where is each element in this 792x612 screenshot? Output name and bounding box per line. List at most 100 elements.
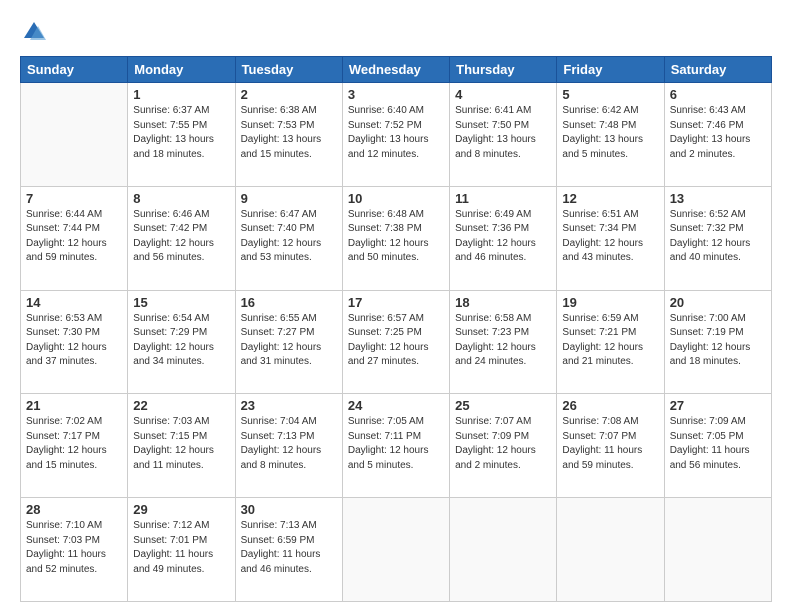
day-info: Sunrise: 6:52 AM Sunset: 7:32 PM Dayligh… xyxy=(670,208,766,266)
day-info: Sunrise: 6:44 AM Sunset: 7:44 PM Dayligh… xyxy=(26,208,122,266)
day-number: 19 xyxy=(562,295,658,310)
day-number: 14 xyxy=(26,295,122,310)
day-number: 11 xyxy=(455,191,551,206)
day-info: Sunrise: 6:46 AM Sunset: 7:42 PM Dayligh… xyxy=(133,208,229,266)
day-cell: 6 Sunrise: 6:43 AM Sunset: 7:46 PM Daylig… xyxy=(664,83,771,187)
page: Sunday Monday Tuesday Wednesday Thursday… xyxy=(0,0,792,612)
day-cell: 18 Sunrise: 6:58 AM Sunset: 7:23 PM Dayli… xyxy=(450,290,557,394)
day-cell: 11Sunrise: 6:49 AM Sunset: 7:36 PM Dayli… xyxy=(450,186,557,290)
day-number: 16 xyxy=(241,295,337,310)
day-number: 22 xyxy=(133,398,229,413)
day-number: 25 xyxy=(455,398,551,413)
day-cell: 5 Sunrise: 6:42 AM Sunset: 7:48 PM Daylig… xyxy=(557,83,664,187)
day-info: Sunrise: 6:43 AM Sunset: 7:46 PM Dayligh… xyxy=(670,104,766,162)
day-info: Sunrise: 7:13 AM Sunset: 6:59 PM Dayligh… xyxy=(241,519,337,577)
day-info: Sunrise: 6:42 AM Sunset: 7:48 PM Dayligh… xyxy=(562,104,658,162)
day-info: Sunrise: 6:41 AM Sunset: 7:50 PM Dayligh… xyxy=(455,104,551,162)
day-number: 26 xyxy=(562,398,658,413)
day-cell: 14 Sunrise: 6:53 AM Sunset: 7:30 PM Dayli… xyxy=(21,290,128,394)
day-number: 21 xyxy=(26,398,122,413)
day-info: Sunrise: 6:59 AM Sunset: 7:21 PM Dayligh… xyxy=(562,312,658,370)
day-info: Sunrise: 7:05 AM Sunset: 7:11 PM Dayligh… xyxy=(348,415,444,473)
day-cell: 12 Sunrise: 6:51 AM Sunset: 7:34 PM Dayli… xyxy=(557,186,664,290)
week-row-5: 28Sunrise: 7:10 AM Sunset: 7:03 PM Dayli… xyxy=(21,498,772,602)
day-number: 18 xyxy=(455,295,551,310)
header-monday: Monday xyxy=(128,57,235,83)
day-info: Sunrise: 6:40 AM Sunset: 7:52 PM Dayligh… xyxy=(348,104,444,162)
day-info: Sunrise: 6:57 AM Sunset: 7:25 PM Dayligh… xyxy=(348,312,444,370)
day-cell: 28Sunrise: 7:10 AM Sunset: 7:03 PM Dayli… xyxy=(21,498,128,602)
day-number: 24 xyxy=(348,398,444,413)
day-cell: 1Sunrise: 6:37 AM Sunset: 7:55 PM Daylig… xyxy=(128,83,235,187)
day-number: 10 xyxy=(348,191,444,206)
day-number: 17 xyxy=(348,295,444,310)
day-number: 6 xyxy=(670,87,766,102)
day-cell: 2 Sunrise: 6:38 AM Sunset: 7:53 PM Daylig… xyxy=(235,83,342,187)
week-row-1: 1Sunrise: 6:37 AM Sunset: 7:55 PM Daylig… xyxy=(21,83,772,187)
day-info: Sunrise: 7:03 AM Sunset: 7:15 PM Dayligh… xyxy=(133,415,229,473)
day-number: 23 xyxy=(241,398,337,413)
day-info: Sunrise: 6:47 AM Sunset: 7:40 PM Dayligh… xyxy=(241,208,337,266)
day-cell: 29 Sunrise: 7:12 AM Sunset: 7:01 PM Dayli… xyxy=(128,498,235,602)
day-info: Sunrise: 6:51 AM Sunset: 7:34 PM Dayligh… xyxy=(562,208,658,266)
day-info: Sunrise: 6:54 AM Sunset: 7:29 PM Dayligh… xyxy=(133,312,229,370)
day-info: Sunrise: 6:53 AM Sunset: 7:30 PM Dayligh… xyxy=(26,312,122,370)
day-number: 8 xyxy=(133,191,229,206)
week-row-2: 7 Sunrise: 6:44 AM Sunset: 7:44 PM Daylig… xyxy=(21,186,772,290)
day-cell: 24 Sunrise: 7:05 AM Sunset: 7:11 PM Dayli… xyxy=(342,394,449,498)
day-cell: 3 Sunrise: 6:40 AM Sunset: 7:52 PM Daylig… xyxy=(342,83,449,187)
day-info: Sunrise: 6:38 AM Sunset: 7:53 PM Dayligh… xyxy=(241,104,337,162)
day-info: Sunrise: 7:07 AM Sunset: 7:09 PM Dayligh… xyxy=(455,415,551,473)
day-cell: 9 Sunrise: 6:47 AM Sunset: 7:40 PM Daylig… xyxy=(235,186,342,290)
day-cell: 20Sunrise: 7:00 AM Sunset: 7:19 PM Dayli… xyxy=(664,290,771,394)
day-cell: 27Sunrise: 7:09 AM Sunset: 7:05 PM Dayli… xyxy=(664,394,771,498)
day-number: 5 xyxy=(562,87,658,102)
header-friday: Friday xyxy=(557,57,664,83)
logo-icon xyxy=(20,18,48,46)
day-info: Sunrise: 7:10 AM Sunset: 7:03 PM Dayligh… xyxy=(26,519,122,577)
day-info: Sunrise: 6:48 AM Sunset: 7:38 PM Dayligh… xyxy=(348,208,444,266)
day-cell: 7 Sunrise: 6:44 AM Sunset: 7:44 PM Daylig… xyxy=(21,186,128,290)
day-number: 7 xyxy=(26,191,122,206)
day-number: 2 xyxy=(241,87,337,102)
day-info: Sunrise: 6:58 AM Sunset: 7:23 PM Dayligh… xyxy=(455,312,551,370)
day-cell: 4 Sunrise: 6:41 AM Sunset: 7:50 PM Daylig… xyxy=(450,83,557,187)
day-cell: 30Sunrise: 7:13 AM Sunset: 6:59 PM Dayli… xyxy=(235,498,342,602)
day-number: 9 xyxy=(241,191,337,206)
day-number: 13 xyxy=(670,191,766,206)
day-cell: 19 Sunrise: 6:59 AM Sunset: 7:21 PM Dayli… xyxy=(557,290,664,394)
day-cell xyxy=(450,498,557,602)
day-info: Sunrise: 6:37 AM Sunset: 7:55 PM Dayligh… xyxy=(133,104,229,162)
day-cell: 26Sunrise: 7:08 AM Sunset: 7:07 PM Dayli… xyxy=(557,394,664,498)
day-cell: 16 Sunrise: 6:55 AM Sunset: 7:27 PM Dayli… xyxy=(235,290,342,394)
day-cell: 8 Sunrise: 6:46 AM Sunset: 7:42 PM Daylig… xyxy=(128,186,235,290)
day-number: 4 xyxy=(455,87,551,102)
day-info: Sunrise: 7:12 AM Sunset: 7:01 PM Dayligh… xyxy=(133,519,229,577)
logo xyxy=(20,18,52,46)
header-sunday: Sunday xyxy=(21,57,128,83)
day-cell xyxy=(342,498,449,602)
header xyxy=(20,18,772,46)
day-info: Sunrise: 7:02 AM Sunset: 7:17 PM Dayligh… xyxy=(26,415,122,473)
day-number: 12 xyxy=(562,191,658,206)
day-info: Sunrise: 6:55 AM Sunset: 7:27 PM Dayligh… xyxy=(241,312,337,370)
header-tuesday: Tuesday xyxy=(235,57,342,83)
header-saturday: Saturday xyxy=(664,57,771,83)
day-cell: 15 Sunrise: 6:54 AM Sunset: 7:29 PM Dayli… xyxy=(128,290,235,394)
day-cell: 21 Sunrise: 7:02 AM Sunset: 7:17 PM Dayli… xyxy=(21,394,128,498)
day-number: 3 xyxy=(348,87,444,102)
header-wednesday: Wednesday xyxy=(342,57,449,83)
day-cell: 10 Sunrise: 6:48 AM Sunset: 7:38 PM Dayli… xyxy=(342,186,449,290)
day-cell: 25 Sunrise: 7:07 AM Sunset: 7:09 PM Dayli… xyxy=(450,394,557,498)
weekday-header-row: Sunday Monday Tuesday Wednesday Thursday… xyxy=(21,57,772,83)
day-cell xyxy=(21,83,128,187)
day-cell: 23 Sunrise: 7:04 AM Sunset: 7:13 PM Dayli… xyxy=(235,394,342,498)
day-cell: 22 Sunrise: 7:03 AM Sunset: 7:15 PM Dayli… xyxy=(128,394,235,498)
day-info: Sunrise: 7:04 AM Sunset: 7:13 PM Dayligh… xyxy=(241,415,337,473)
day-number: 20 xyxy=(670,295,766,310)
day-number: 29 xyxy=(133,502,229,517)
week-row-4: 21 Sunrise: 7:02 AM Sunset: 7:17 PM Dayli… xyxy=(21,394,772,498)
calendar: Sunday Monday Tuesday Wednesday Thursday… xyxy=(20,56,772,602)
day-number: 15 xyxy=(133,295,229,310)
day-cell xyxy=(664,498,771,602)
